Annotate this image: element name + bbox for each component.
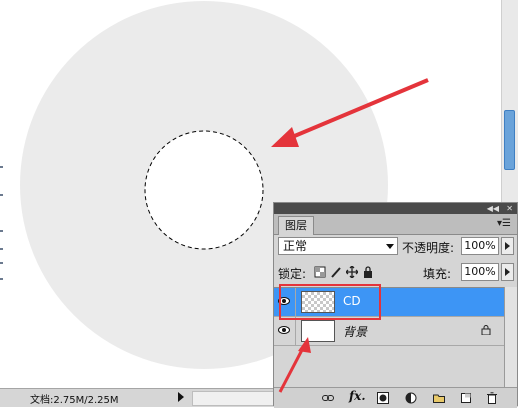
collapse-icon[interactable]: ◀◀ [487, 203, 499, 214]
opacity-field[interactable]: 100% [461, 237, 499, 255]
divider [295, 317, 296, 345]
opacity-slider-button[interactable] [501, 237, 514, 255]
fill-field[interactable]: 100% [461, 263, 499, 281]
lock-transparency-icon[interactable] [314, 266, 326, 278]
new-layer-icon[interactable] [460, 392, 472, 404]
lock-label: 锁定: [278, 267, 307, 281]
center-hole [145, 131, 263, 249]
link-layers-icon[interactable] [322, 392, 334, 404]
fill-label: 填充: [423, 267, 452, 281]
blend-row: 正常 不透明度: 100% [278, 237, 514, 259]
eye-icon[interactable] [278, 324, 290, 336]
lock-icon [481, 325, 491, 335]
layer-thumbnail [301, 320, 335, 342]
fill-slider-button[interactable] [501, 263, 514, 281]
lock-pixels-icon[interactable] [330, 266, 342, 278]
panel-tab-bar: 图层 ▾☰ [274, 214, 517, 235]
opacity-label: 不透明度: [402, 241, 455, 255]
trash-icon[interactable] [486, 392, 498, 404]
fx-icon[interactable]: fx. [349, 389, 366, 403]
layer-name[interactable]: 背景 [343, 323, 367, 340]
status-menu-arrow-icon[interactable] [178, 392, 184, 402]
horizontal-scrollbar[interactable] [192, 391, 280, 406]
close-icon[interactable]: ✕ [506, 203, 513, 214]
panel-titlebar[interactable]: ◀◀ ✕ [274, 203, 517, 214]
blend-mode-select[interactable]: 正常 [278, 237, 398, 255]
adjustment-layer-icon[interactable] [405, 392, 417, 404]
layers-scrollbar[interactable] [504, 287, 517, 387]
annotation-highlight-box [279, 284, 381, 320]
panel-menu-icon[interactable]: ▾☰ [497, 218, 511, 229]
panel-footer: fx. [274, 387, 517, 408]
lock-position-icon[interactable] [346, 266, 358, 278]
scrollbar-thumb[interactable] [504, 110, 515, 170]
lock-all-icon[interactable] [362, 266, 374, 278]
group-folder-icon[interactable] [433, 392, 445, 404]
blend-mode-value: 正常 [283, 239, 308, 253]
chevron-down-icon [386, 244, 394, 249]
lock-row: 锁定: 填充: 100% [278, 263, 514, 285]
document-size-info: 文档:2.75M/2.25M [30, 395, 119, 406]
layer-mask-icon[interactable] [377, 392, 389, 404]
layer-row-background[interactable]: 背景 [274, 317, 505, 346]
tab-layers[interactable]: 图层 [278, 216, 314, 235]
